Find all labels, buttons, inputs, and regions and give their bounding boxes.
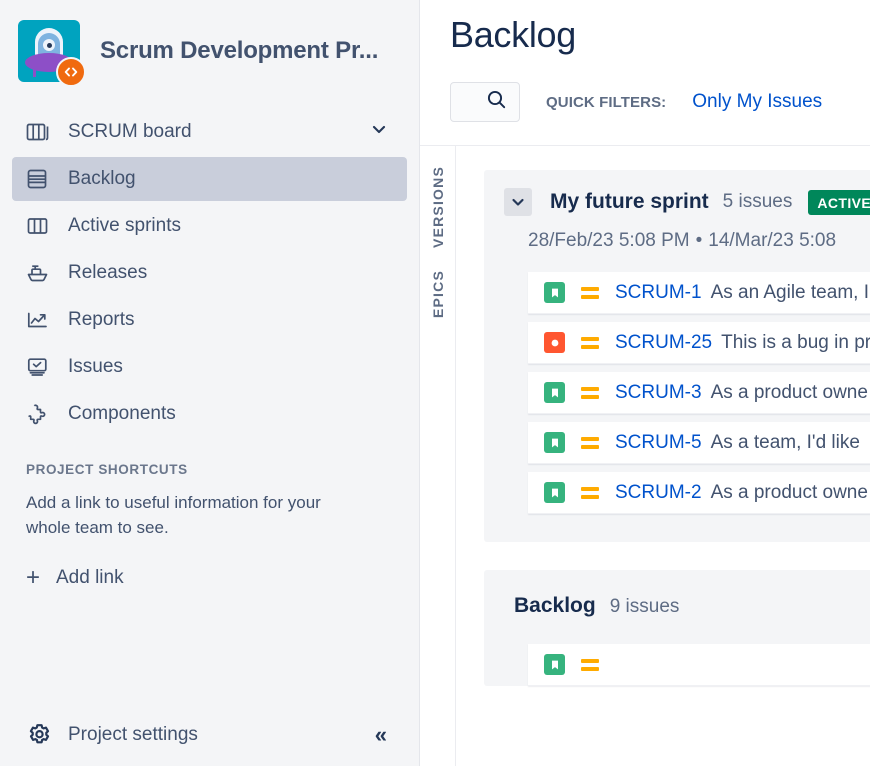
backlog-section: Backlog 9 issues <box>484 570 870 686</box>
story-bookmark-icon <box>544 482 565 503</box>
project-sidebar: Scrum Development Pr... SCRUM board Back… <box>0 0 420 766</box>
add-link-label: Add link <box>56 567 124 589</box>
issue-key[interactable]: SCRUM-25 <box>615 332 712 354</box>
backlog-page-title: Backlog <box>450 14 576 55</box>
main-content: Backlog QUICK FILTERS: Only My Issues VE… <box>420 0 870 766</box>
issue-key[interactable]: SCRUM-5 <box>615 432 702 454</box>
issue-key[interactable]: SCRUM-2 <box>615 482 702 504</box>
board-icon <box>26 120 60 144</box>
sidebar-item-components[interactable]: Components <box>12 392 407 436</box>
add-link-button[interactable]: + Add link <box>26 566 393 590</box>
table-row[interactable]: SCRUM-25 This is a bug in pr <box>528 322 870 364</box>
filter-toolbar: QUICK FILTERS: Only My Issues <box>450 82 870 122</box>
sidebar-item-issues[interactable]: Issues <box>12 345 407 389</box>
backlog-lists: My future sprint 5 issues ACTIVE 28/Feb/… <box>456 146 870 766</box>
sidebar-footer: Project settings « <box>0 704 419 766</box>
main-header: Backlog QUICK FILTERS: Only My Issues <box>420 0 870 122</box>
project-shortcuts-description: Add a link to useful information for you… <box>26 493 321 537</box>
story-bookmark-icon <box>544 654 565 675</box>
sidebar-nav: SCRUM board Backlog Active sprints Relea… <box>0 110 419 436</box>
project-settings-label: Project settings <box>68 724 198 745</box>
sidebar-item-backlog[interactable]: Backlog <box>12 157 407 201</box>
sprint-issue-list: SCRUM-1 As an Agile team, I SCRUM-25 Thi… <box>484 272 870 514</box>
tab-versions[interactable]: VERSIONS <box>430 166 446 248</box>
search-icon <box>486 89 507 115</box>
avatar <box>18 20 86 87</box>
issue-summary: This is a bug in pr <box>721 331 870 353</box>
priority-medium-icon <box>581 386 599 399</box>
sprint-start-date: 28/Feb/23 5:08 PM <box>528 230 690 251</box>
table-row[interactable]: SCRUM-5 As a team, I'd like <box>528 422 870 464</box>
sidebar-item-releases[interactable]: Releases <box>12 251 407 295</box>
story-bookmark-icon <box>544 282 565 303</box>
backlog-icon <box>26 167 60 191</box>
sidebar-item-label: Components <box>68 403 176 424</box>
sprint-date-range: 28/Feb/23 5:08 PM • 14/Mar/23 5:08 <box>528 230 870 252</box>
date-separator: • <box>695 230 703 251</box>
sprint-end-date: 14/Mar/23 5:08 <box>708 230 837 251</box>
search-input[interactable] <box>450 82 520 122</box>
quick-filter-only-my-issues[interactable]: Only My Issues <box>692 91 822 113</box>
plus-icon: + <box>26 564 41 592</box>
puzzle-icon <box>26 402 60 426</box>
backlog-section-name: Backlog <box>514 594 596 617</box>
app-root: Scrum Development Pr... SCRUM board Back… <box>0 0 870 766</box>
gear-icon <box>26 722 60 748</box>
sprint-section: My future sprint 5 issues ACTIVE 28/Feb/… <box>484 170 870 542</box>
project-shortcuts-section: PROJECT SHORTCUTS Add a link to useful i… <box>0 462 419 590</box>
issue-summary: As a product owne <box>710 381 868 403</box>
backlog-issue-count: 9 issues <box>609 596 680 617</box>
sidebar-item-label: Issues <box>68 356 123 377</box>
issue-key[interactable]: SCRUM-3 <box>615 382 702 404</box>
sidebar-item-label: Releases <box>68 262 148 283</box>
priority-medium-icon <box>581 658 599 671</box>
tab-epics[interactable]: EPICS <box>430 270 446 318</box>
priority-medium-icon <box>581 486 599 499</box>
chevron-down-icon[interactable] <box>504 188 532 216</box>
ship-icon <box>26 261 60 285</box>
sidebar-item-scrum-board[interactable]: SCRUM board <box>12 110 407 154</box>
code-badge-icon <box>56 57 86 87</box>
backlog-issue-list <box>484 644 870 686</box>
backlog-section-header: Backlog 9 issues <box>484 594 870 618</box>
quick-filters-label: QUICK FILTERS: <box>546 93 667 111</box>
sprint-issue-count: 5 issues <box>722 191 793 212</box>
bug-circle-icon <box>544 332 565 353</box>
priority-medium-icon <box>581 436 599 449</box>
table-row[interactable] <box>528 644 870 686</box>
project-shortcuts-heading: PROJECT SHORTCUTS <box>26 462 188 477</box>
sidebar-item-label: Active sprints <box>68 215 181 236</box>
chevron-down-icon[interactable] <box>369 119 389 145</box>
story-bookmark-icon <box>544 432 565 453</box>
page-title: Scrum Development Pr... <box>100 37 379 64</box>
story-bookmark-icon <box>544 382 565 403</box>
table-row[interactable]: SCRUM-2 As a product owne <box>528 472 870 514</box>
issues-icon <box>26 355 60 379</box>
sprint-header: My future sprint 5 issues ACTIVE <box>484 188 870 216</box>
issue-key[interactable]: SCRUM-1 <box>615 282 702 304</box>
sidebar-item-label: Backlog <box>68 168 136 189</box>
sidebar-item-active-sprints[interactable]: Active sprints <box>12 204 407 248</box>
board-area: VERSIONS EPICS My future sprint 5 issues <box>420 145 870 766</box>
columns-icon <box>26 214 60 238</box>
priority-medium-icon <box>581 286 599 299</box>
sidebar-item-label: SCRUM board <box>68 121 192 142</box>
issue-summary: As a team, I'd like <box>710 431 860 453</box>
issue-summary: As an Agile team, I <box>710 281 869 303</box>
issue-summary: As a product owne <box>710 481 868 503</box>
table-row[interactable]: SCRUM-3 As a product owne <box>528 372 870 414</box>
sidebar-item-label: Reports <box>68 309 135 330</box>
side-tab-strip: VERSIONS EPICS <box>420 146 456 766</box>
chart-line-icon <box>26 308 60 332</box>
project-header[interactable]: Scrum Development Pr... <box>0 0 419 92</box>
table-row[interactable]: SCRUM-1 As an Agile team, I <box>528 272 870 314</box>
status-badge: ACTIVE <box>808 189 870 215</box>
priority-medium-icon <box>581 336 599 349</box>
double-chevron-left-icon[interactable]: « <box>375 724 387 746</box>
sprint-name: My future sprint <box>550 190 709 213</box>
sidebar-item-reports[interactable]: Reports <box>12 298 407 342</box>
